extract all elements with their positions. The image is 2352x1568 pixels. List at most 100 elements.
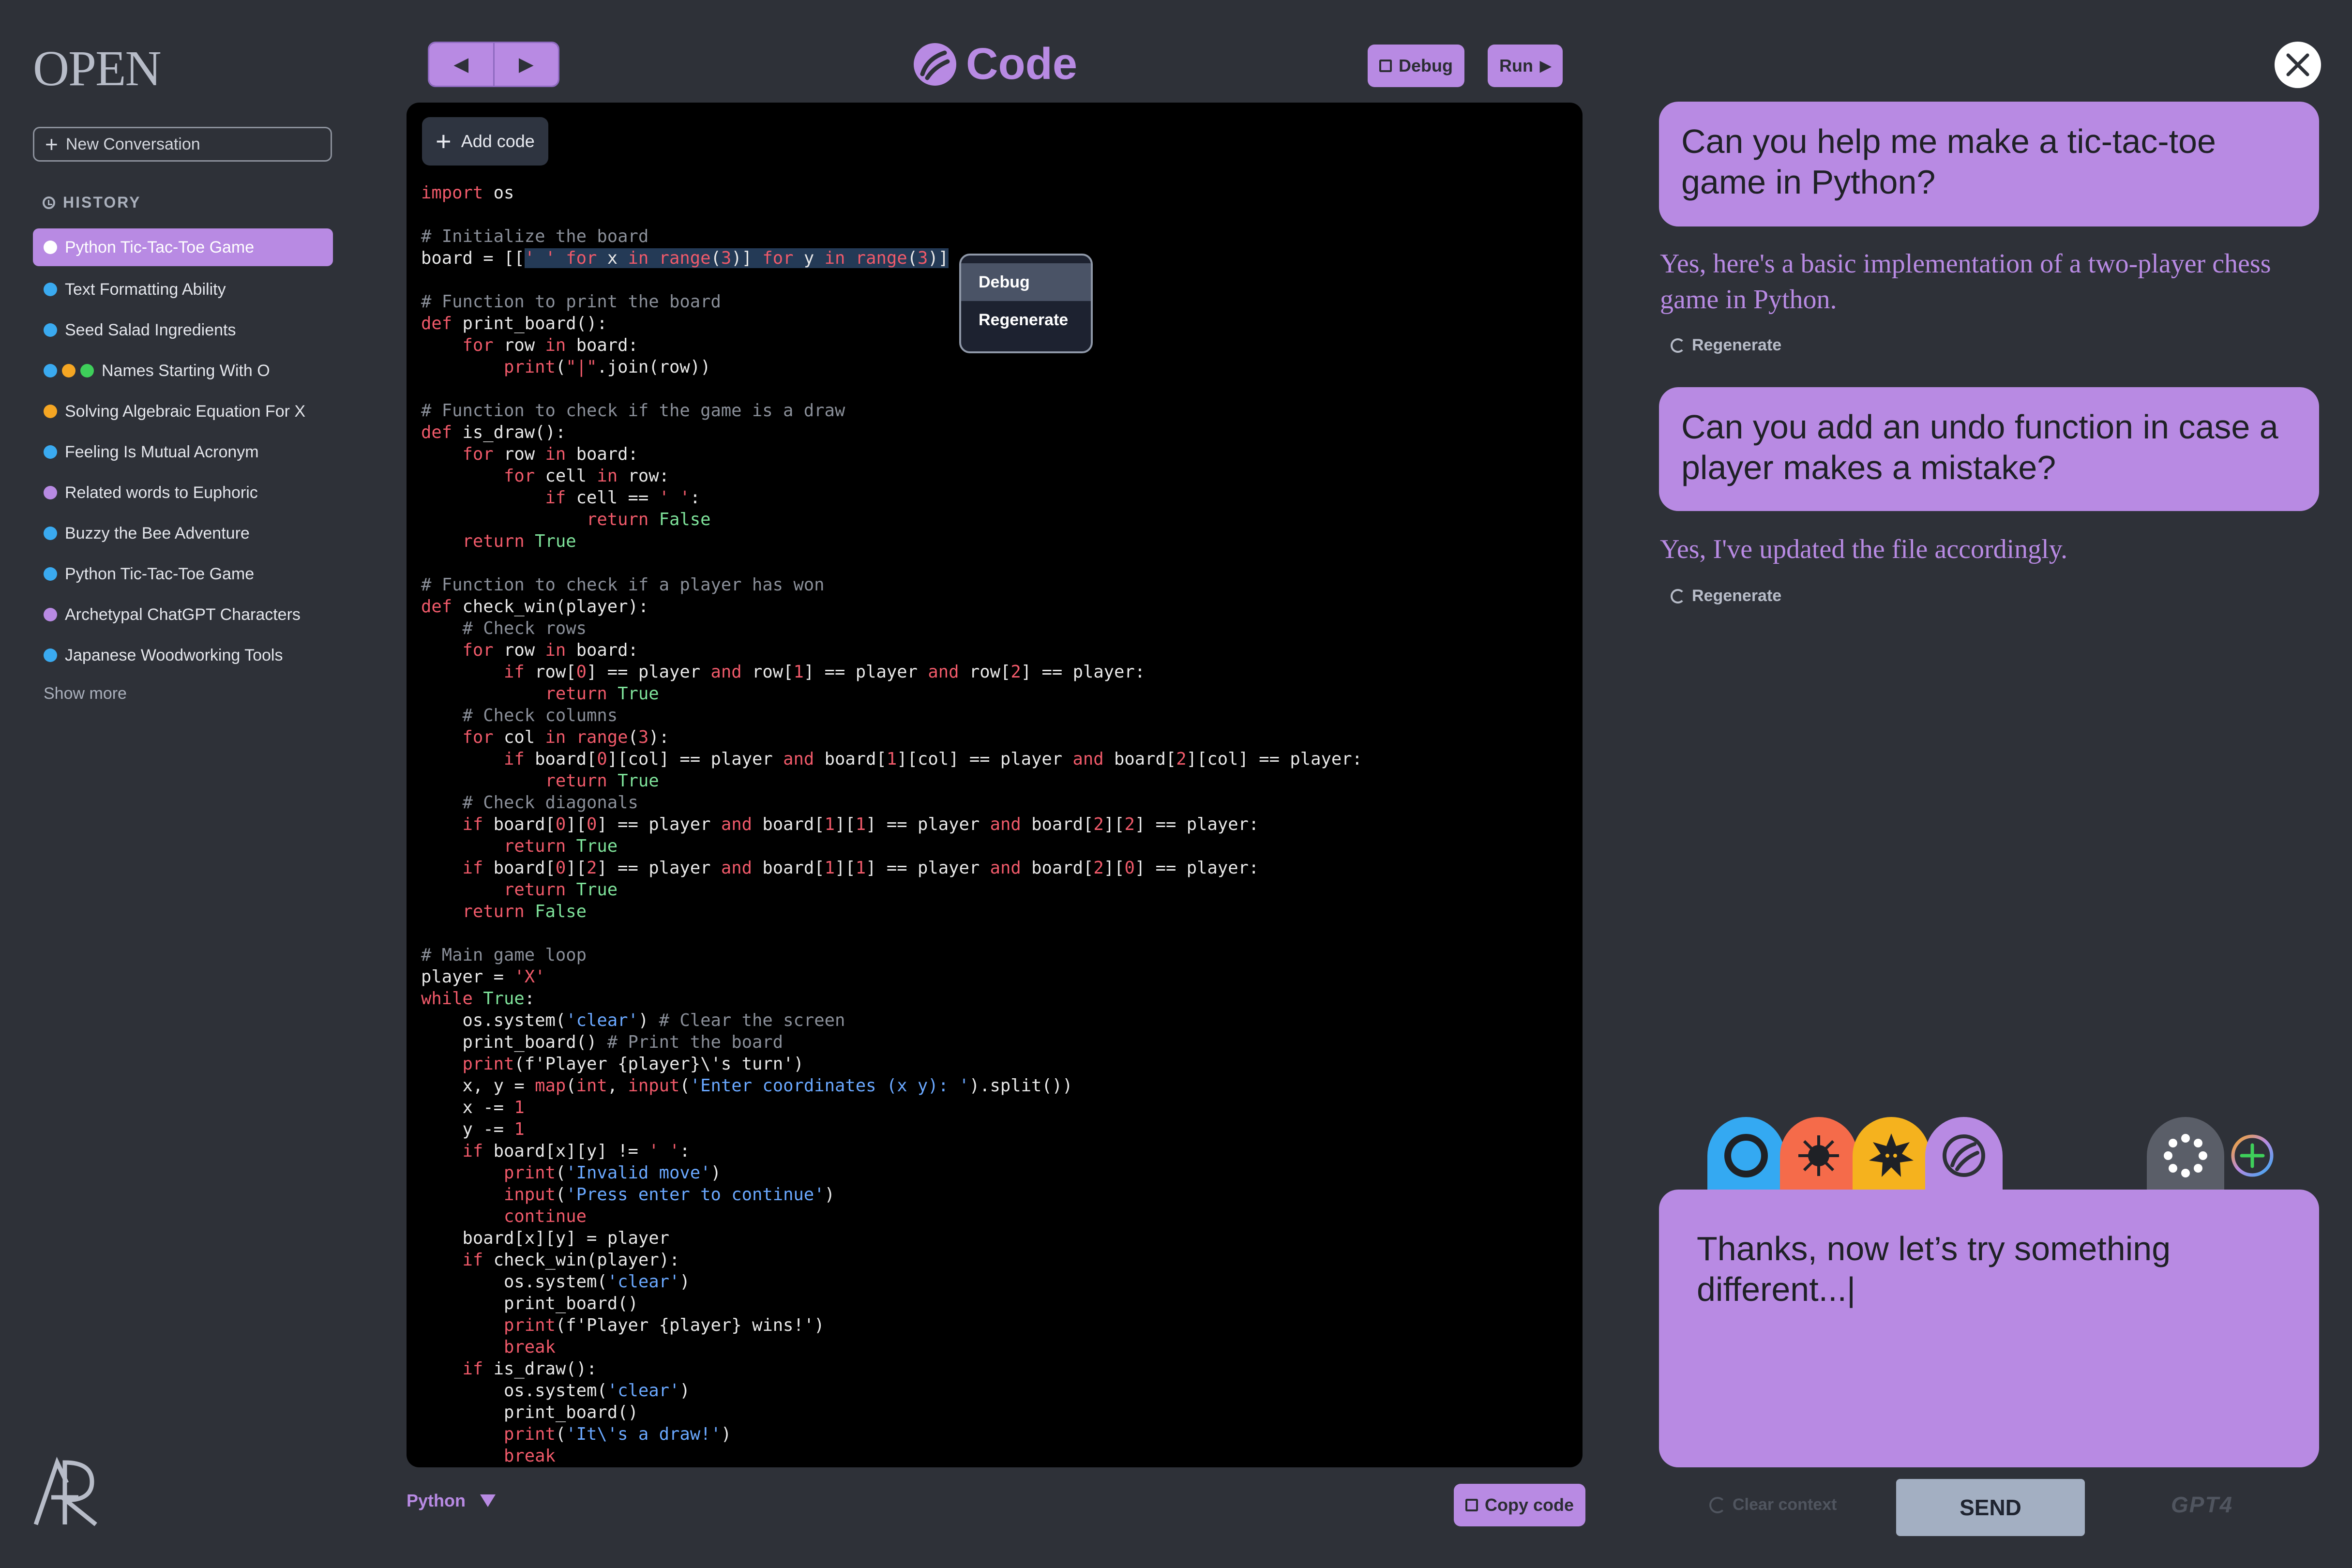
regenerate-button[interactable]: Regenerate xyxy=(1671,587,1781,605)
history-item-label: Related words to Euphoric xyxy=(65,483,258,502)
refresh-icon xyxy=(1671,338,1685,353)
copy-code-label: Copy code xyxy=(1485,1495,1574,1515)
history-item-label: Solving Algebraic Equation For X xyxy=(65,402,306,421)
history-item[interactable]: Japanese Woodworking Tools xyxy=(33,635,333,676)
user-message: Can you add an undo function in case a p… xyxy=(1659,387,2319,511)
page-title: Code xyxy=(913,39,1077,90)
assistant-message: Yes, I've updated the file accordingly. xyxy=(1660,534,2068,564)
history-item[interactable]: Python Tic-Tac-Toe Game xyxy=(33,554,333,594)
clear-context-button[interactable]: Clear context xyxy=(1709,1495,1837,1514)
status-dot xyxy=(44,445,57,459)
code-logo-icon xyxy=(914,43,956,86)
send-button[interactable]: SEND xyxy=(1896,1479,2085,1536)
language-label: Python xyxy=(407,1491,466,1510)
code-content[interactable]: import os # Initialize the board board =… xyxy=(421,182,1362,1467)
status-dot xyxy=(44,364,57,377)
status-dot xyxy=(62,364,75,377)
assistant-message: Yes, here's a basic implementation of a … xyxy=(1660,249,2271,315)
history-list: Python Tic-Tac-Toe Game Text Formatting … xyxy=(33,228,333,676)
triangle-right-icon: ▶ xyxy=(518,54,534,75)
history-item[interactable]: Solving Algebraic Equation For X xyxy=(33,391,333,432)
history-item[interactable]: Related words to Euphoric xyxy=(33,472,333,513)
swoosh-icon xyxy=(1943,1134,1985,1177)
add-code-label: Add code xyxy=(461,131,535,151)
history-item[interactable]: Text Formatting Ability xyxy=(33,269,333,310)
history-item-label: Feeling Is Mutual Acronym xyxy=(65,442,259,461)
back-button[interactable]: ◀ xyxy=(429,43,493,86)
model-tab-code[interactable] xyxy=(1925,1117,2003,1199)
status-dot xyxy=(44,608,57,621)
context-menu: Debug Regenerate xyxy=(959,254,1093,353)
app-logo: OPEN xyxy=(33,41,162,96)
history-item[interactable]: Buzzy the Bee Adventure xyxy=(33,513,333,554)
status-dot xyxy=(44,405,57,418)
forward-button[interactable]: ▶ xyxy=(493,43,558,86)
new-conversation-button[interactable]: + New Conversation xyxy=(33,127,332,162)
debug-button[interactable]: Debug xyxy=(1368,45,1464,87)
history-item-label: Python Tic-Tac-Toe Game xyxy=(65,238,255,256)
status-dot xyxy=(44,486,57,499)
ring-icon xyxy=(1724,1134,1768,1177)
status-dot xyxy=(44,527,57,540)
run-button[interactable]: Run ▶ xyxy=(1488,45,1563,87)
refresh-icon xyxy=(1709,1496,1726,1513)
history-item[interactable]: Feeling Is Mutual Acronym xyxy=(33,432,333,472)
user-message: Can you help me make a tic-tac-toe game … xyxy=(1659,102,2319,226)
regenerate-label: Regenerate xyxy=(1692,587,1782,605)
refresh-icon xyxy=(1671,588,1685,603)
status-dot xyxy=(44,241,57,254)
close-icon xyxy=(2286,53,2309,76)
triangle-down-icon xyxy=(480,1494,496,1507)
history-icon xyxy=(43,196,55,209)
model-tab-ring[interactable] xyxy=(1707,1117,1785,1199)
history-item-label: Seed Salad Ingredients xyxy=(65,320,236,339)
status-dot xyxy=(80,364,94,377)
model-tab-sun[interactable] xyxy=(1853,1117,1930,1199)
history-item-label: Text Formatting Ability xyxy=(65,280,226,299)
regenerate-button[interactable]: Regenerate xyxy=(1671,336,1781,355)
model-brand-label: GPT4 xyxy=(2171,1492,2233,1517)
title-text: Code xyxy=(966,39,1077,89)
regenerate-label: Regenerate xyxy=(1692,336,1782,354)
history-item-label: Japanese Woodworking Tools xyxy=(65,646,283,664)
model-tab-dots[interactable] xyxy=(2147,1117,2224,1199)
context-menu-regenerate[interactable]: Regenerate xyxy=(961,301,1091,339)
new-conversation-label: New Conversation xyxy=(65,135,200,153)
status-dot xyxy=(44,283,57,296)
history-item-label: Archetypal ChatGPT Characters xyxy=(65,605,301,624)
history-item[interactable]: Archetypal ChatGPT Characters xyxy=(33,594,333,635)
context-menu-debug[interactable]: Debug xyxy=(961,263,1091,301)
add-code-button[interactable]: + Add code xyxy=(422,117,548,166)
plus-icon: + xyxy=(45,132,58,157)
plus-icon: + xyxy=(436,126,452,156)
history-nav: ◀ ▶ xyxy=(428,42,559,87)
edit-icon xyxy=(1379,60,1392,72)
show-more-link[interactable]: Show more xyxy=(44,684,127,703)
model-tab-burst[interactable] xyxy=(1780,1117,1857,1199)
history-item-label: Python Tic-Tac-Toe Game xyxy=(65,564,255,583)
copy-code-button[interactable]: Copy code xyxy=(1454,1484,1586,1526)
status-dot xyxy=(44,648,57,662)
play-icon: ▶ xyxy=(1539,58,1552,74)
run-label: Run xyxy=(1499,56,1533,75)
history-item[interactable]: Python Tic-Tac-Toe Game xyxy=(33,228,333,266)
status-dot xyxy=(44,567,57,581)
history-item-label: Names Starting With O xyxy=(102,361,270,380)
debug-label: Debug xyxy=(1399,56,1453,75)
dots-circle-icon xyxy=(2164,1134,2207,1177)
add-model-icon[interactable] xyxy=(2228,1131,2277,1180)
clear-context-label: Clear context xyxy=(1733,1495,1837,1514)
status-dot xyxy=(44,323,57,337)
edit-icon xyxy=(1465,1499,1478,1511)
history-title: HISTORY xyxy=(63,194,141,211)
close-button[interactable] xyxy=(2275,42,2321,88)
message-input[interactable]: Thanks, now let’s try something differen… xyxy=(1659,1190,2319,1467)
history-item-label: Buzzy the Bee Adventure xyxy=(65,524,250,543)
history-item[interactable]: Names Starting With O xyxy=(33,350,333,391)
brand-emblem-icon xyxy=(33,1457,97,1526)
language-select[interactable]: Python xyxy=(407,1491,496,1511)
triangle-left-icon: ◀ xyxy=(453,54,469,75)
history-item[interactable]: Seed Salad Ingredients xyxy=(33,310,333,350)
history-heading: HISTORY xyxy=(43,194,141,211)
starburst-icon xyxy=(1798,1135,1839,1176)
